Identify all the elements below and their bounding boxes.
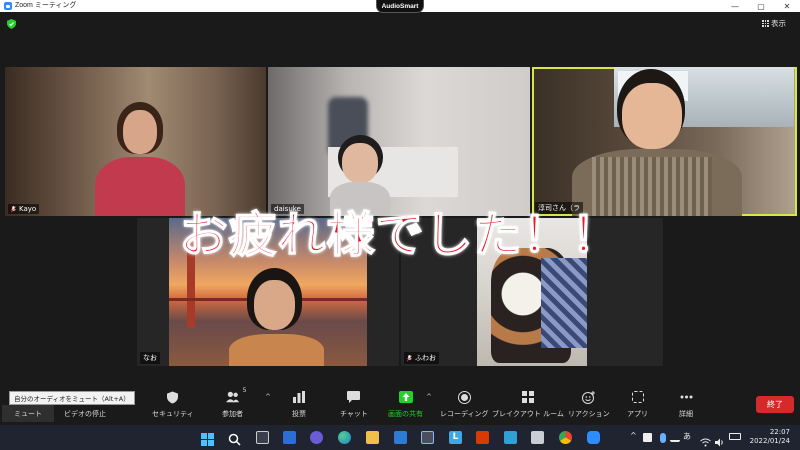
security-label: セキュリティ [152, 410, 194, 418]
muted-mic-icon [11, 205, 16, 213]
video-tile-daisuke[interactable]: daisuke [268, 67, 530, 216]
security-button[interactable]: セキュリティ [152, 390, 194, 419]
participant-name-tag: なお [140, 352, 160, 364]
video-tile-kayo[interactable]: Kayo [5, 67, 266, 216]
zoom-app-icon[interactable] [587, 431, 600, 444]
participants-icon: 5 [225, 387, 247, 404]
windows-taskbar: L ^ あ 22:07 2022/01/24 [0, 425, 800, 450]
smiley-add-icon [582, 390, 596, 404]
teams-chat-icon[interactable] [310, 431, 323, 444]
clock-date: 2022/01/24 [749, 437, 790, 445]
muted-mic-icon [407, 354, 412, 362]
reactions-label: リアクション [568, 410, 610, 418]
search-icon[interactable] [228, 431, 241, 446]
participants-label: 参加者 [222, 410, 243, 418]
end-meeting-button[interactable]: 終了 [756, 396, 794, 413]
clock-time: 22:07 [769, 428, 790, 436]
share-label: 画面の共有 [388, 410, 423, 418]
apps-label: アプリ [627, 410, 648, 418]
share-options-caret[interactable]: ^ [426, 393, 432, 401]
audiosmart-badge[interactable]: AudioSmart [376, 0, 424, 13]
ime-indicator[interactable]: あ [683, 431, 691, 442]
file-explorer-icon[interactable] [366, 431, 379, 444]
view-button[interactable]: 表示 [762, 17, 786, 30]
video-tile-active-speaker[interactable]: 淳司さん（ラ [532, 67, 797, 216]
record-button[interactable]: レコーディング [440, 390, 489, 419]
participants-button[interactable]: 5 参加者 [222, 387, 247, 419]
battery-icon[interactable] [729, 433, 741, 440]
zoom-logo-icon [4, 2, 12, 10]
participant-name: なお [143, 354, 157, 362]
chrome-icon[interactable] [559, 431, 572, 444]
window-title: Zoom ミーティング [15, 2, 77, 9]
caption-overlay: お疲れ様でした！！ [179, 206, 621, 264]
volume-icon[interactable] [715, 432, 725, 447]
shield-icon [166, 390, 180, 404]
record-icon [457, 390, 471, 404]
participant-name: Kayo [19, 205, 37, 213]
close-button[interactable]: ✕ [774, 0, 800, 12]
participant-name-tag: Kayo [8, 204, 40, 214]
view-button-label: 表示 [771, 19, 786, 28]
zoom-meeting-window: Zoom ミーティング — ▢ ✕ AudioSmart 表示 Kayo dai… [0, 0, 800, 450]
mic-tray-icon[interactable] [660, 433, 666, 443]
store-icon[interactable] [421, 431, 434, 444]
pen-tray-icon[interactable] [670, 433, 680, 442]
share-screen-icon [398, 390, 413, 404]
app-l-icon[interactable]: L [449, 431, 462, 444]
chat-bubble-icon [347, 390, 361, 404]
participants-count: 5 [242, 387, 247, 394]
share-screen-button[interactable]: 画面の共有 [388, 390, 423, 419]
participant-name-tag: ふわお [404, 352, 439, 364]
grid-view-icon [762, 20, 769, 27]
breakout-label: ブレイクアウト ルーム [492, 410, 564, 418]
apps-icon [631, 390, 645, 404]
breakout-rooms-button[interactable]: ブレイクアウト ルーム [492, 390, 564, 419]
maximize-button[interactable]: ▢ [748, 0, 774, 12]
dropbox-icon[interactable] [643, 433, 652, 442]
more-label: 詳細 [679, 410, 693, 418]
more-button[interactable]: 詳細 [679, 390, 693, 419]
video-label: ビデオの停止 [64, 410, 106, 418]
apps-button[interactable]: アプリ [627, 390, 648, 419]
polls-label: 投票 [292, 410, 306, 418]
polls-button[interactable]: 投票 [292, 390, 306, 419]
office-icon[interactable] [476, 431, 489, 444]
security-shield-icon[interactable] [7, 19, 16, 29]
system-clock[interactable]: 22:07 2022/01/24 [750, 428, 790, 446]
minimize-button[interactable]: — [722, 0, 748, 12]
chat-label: チャット [340, 410, 368, 418]
reactions-button[interactable]: リアクション [568, 390, 610, 419]
bar-chart-icon [292, 390, 306, 404]
mute-label: ミュート [14, 410, 42, 418]
task-view-icon[interactable] [256, 431, 269, 444]
mute-tooltip: 自分のオーディオをミュート（Alt+A） [9, 391, 135, 405]
participants-options-caret[interactable]: ^ [265, 393, 271, 401]
record-label: レコーディング [440, 410, 489, 418]
widgets-icon[interactable] [283, 431, 296, 444]
grid-four-icon [521, 390, 535, 404]
windows-start-icon[interactable] [201, 431, 214, 446]
mail-icon[interactable] [394, 431, 407, 444]
notepad-icon[interactable] [504, 431, 517, 444]
edge-browser-icon[interactable] [338, 431, 351, 444]
onenote-icon[interactable] [531, 431, 544, 444]
wifi-icon[interactable] [700, 432, 711, 447]
participant-name: ふわお [415, 354, 436, 362]
chat-button[interactable]: チャット [340, 390, 368, 419]
window-controls: — ▢ ✕ [722, 0, 800, 12]
tray-chevron-icon[interactable]: ^ [630, 431, 637, 440]
ellipsis-icon [679, 390, 693, 404]
